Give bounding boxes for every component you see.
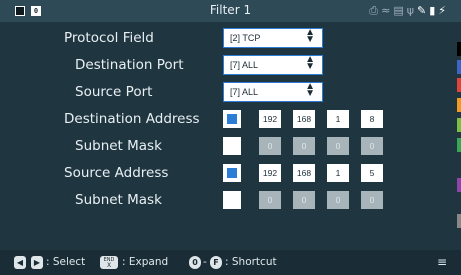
destination-address-octet-1[interactable]: 192 [259, 110, 281, 128]
destination-port-row: Destination Port [7] ALL ▲ ▼ [0, 52, 461, 78]
wifi-icon: ≈ [381, 4, 394, 17]
pen-icon: ✎ [416, 4, 430, 17]
source-port-row: Source Port [7] ALL ▲ ▼ [0, 79, 461, 105]
source-subnet-mask-octet-4: 0 [361, 191, 383, 209]
source-subnet-mask-octet-1: 0 [259, 191, 281, 209]
strip-segment [457, 118, 461, 132]
destination-subnet-mask-checkbox[interactable] [223, 137, 241, 155]
select-arrows-icon: ▲ ▼ [305, 81, 315, 99]
expand-hint: : Expand [122, 256, 169, 268]
battery-icon: ▮ [429, 4, 439, 17]
destination-port-value: [7] ALL [230, 60, 259, 70]
printer-icon: ⎙ [369, 4, 382, 17]
source-address-row: Source Address 192 168 1 5 [0, 160, 461, 186]
left-arrow-key-icon: ◀ [14, 256, 26, 269]
source-address-octet-2[interactable]: 168 [293, 164, 315, 182]
destination-address-octet-2[interactable]: 168 [293, 110, 315, 128]
destination-subnet-mask-row: Subnet Mask 0 0 0 0 [0, 133, 461, 159]
source-address-octet-1[interactable]: 192 [259, 164, 281, 182]
destination-subnet-mask-octet-2: 0 [293, 137, 315, 155]
protocol-field-label: Protocol Field [64, 30, 154, 46]
zero-key-icon: 0 [189, 256, 201, 269]
protocol-field-value: [2] TCP [230, 33, 261, 43]
destination-subnet-mask-octet-1: 0 [259, 137, 281, 155]
strip-segment [457, 214, 461, 228]
right-arrow-key-icon: ▶ [31, 256, 43, 269]
destination-address-checkbox[interactable] [223, 110, 241, 128]
status-icons: ⎙≈▤ψ✎▮⚡ [369, 4, 449, 18]
source-subnet-mask-label: Subnet Mask [75, 192, 162, 208]
source-address-checkbox[interactable] [223, 164, 241, 182]
source-subnet-mask-octet-3: 0 [327, 191, 349, 209]
strip-segment [457, 98, 461, 112]
destination-address-row: Destination Address 192 168 1 8 [0, 106, 461, 132]
network-icon: ▤ [393, 4, 407, 17]
destination-address-octet-4[interactable]: 8 [361, 110, 383, 128]
destination-address-octet-3[interactable]: 1 [327, 110, 349, 128]
shortcut-hint: : Shortcut [225, 256, 277, 268]
hint-bar: ◀ ▶ : Select END X : Expand 0 - F : Shor… [0, 250, 461, 275]
protocol-field-row: Protocol Field [2] TCP ▲ ▼ [0, 25, 461, 51]
source-port-select[interactable]: [7] ALL ▲ ▼ [223, 82, 323, 102]
end-key-sublabel: X [106, 262, 112, 269]
source-subnet-mask-octet-2: 0 [293, 191, 315, 209]
end-key-icon: END X [100, 256, 118, 269]
source-subnet-mask-checkbox[interactable] [223, 191, 241, 209]
strip-segment [457, 60, 461, 74]
strip-segment [457, 42, 461, 56]
usb-icon: ψ [406, 4, 417, 17]
menu-icon[interactable]: ≡ [437, 250, 447, 275]
destination-port-select[interactable]: [7] ALL ▲ ▼ [223, 55, 323, 75]
destination-subnet-mask-label: Subnet Mask [75, 138, 162, 154]
key-range-dash: - [203, 256, 207, 268]
destination-address-label: Destination Address [64, 111, 200, 127]
strip-segment [457, 138, 461, 152]
source-address-octet-3[interactable]: 1 [327, 164, 349, 182]
source-port-value: [7] ALL [230, 87, 259, 97]
select-arrows-icon: ▲ ▼ [305, 27, 315, 45]
f-key-icon: F [210, 256, 222, 269]
power-icon: ⚡ [438, 4, 449, 17]
strip-segment [457, 78, 461, 92]
select-arrows-icon: ▲ ▼ [305, 54, 315, 72]
destination-port-label: Destination Port [75, 57, 184, 73]
destination-subnet-mask-octet-3: 0 [327, 137, 349, 155]
title-bar: 0 Filter 1 ⎙≈▤ψ✎▮⚡ [0, 0, 461, 22]
source-subnet-mask-row: Subnet Mask 0 0 0 0 [0, 187, 461, 213]
source-port-label: Source Port [75, 84, 153, 100]
source-address-label: Source Address [64, 165, 169, 181]
protocol-field-select[interactable]: [2] TCP ▲ ▼ [223, 28, 323, 48]
source-address-octet-4[interactable]: 5 [361, 164, 383, 182]
select-hint: : Select [46, 256, 86, 268]
strip-segment [457, 178, 461, 192]
destination-subnet-mask-octet-4: 0 [361, 137, 383, 155]
